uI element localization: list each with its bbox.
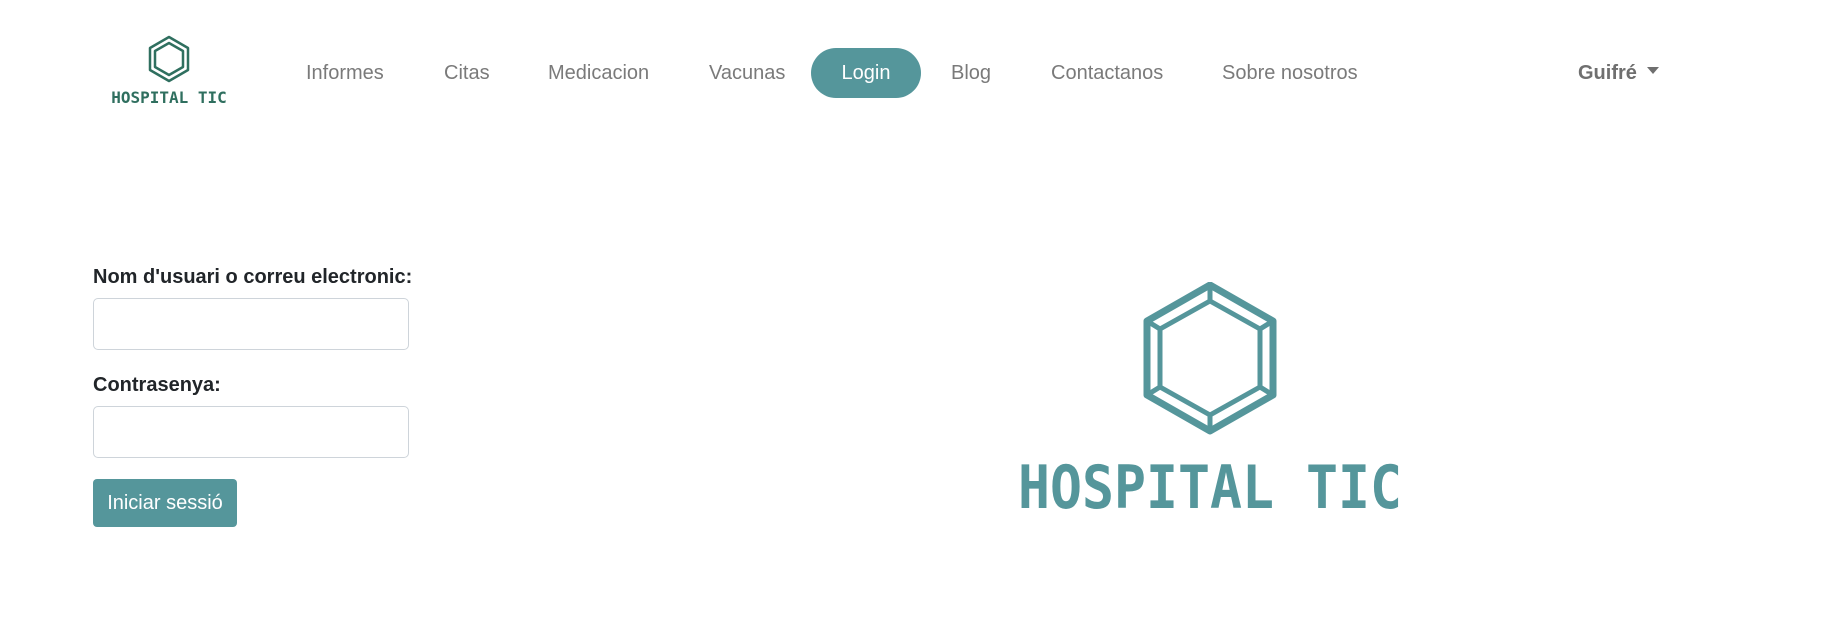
nav-item-blog[interactable]: Blog [951,48,991,98]
hospital-logo-icon: HOSPITAL TIC [111,35,227,107]
brand-logo-link[interactable]: HOSPITAL TIC [108,34,230,110]
brand-name: HOSPITAL TIC [111,88,227,107]
username-label: Nom d'usuari o correu electronic: [93,266,413,288]
hospital-hex-logo-icon: HOSPITAL TIC [1018,282,1402,514]
username-input[interactable] [93,298,409,350]
nav-item-vacunas[interactable]: Vacunas [709,48,785,98]
nav-item-informes[interactable]: Informes [306,48,384,98]
password-input[interactable] [93,406,409,458]
login-submit-button[interactable]: Iniciar sessió [93,479,237,527]
nav-item-contactanos[interactable]: Contactanos [1051,48,1163,98]
main-navbar: HOSPITAL TIC Informes Citas Medicacion V… [0,0,1838,150]
password-label: Contrasenya: [93,374,221,396]
user-name: Guifré [1578,62,1637,84]
nav-item-sobre-nosotros[interactable]: Sobre nosotros [1222,48,1358,98]
user-menu-dropdown[interactable]: Guifré [1578,48,1659,98]
hero-logo: HOSPITAL TIC [1010,282,1410,514]
nav-item-login[interactable]: Login [811,48,921,98]
nav-item-medicacion[interactable]: Medicacion [548,48,649,98]
chevron-down-icon [1646,67,1659,75]
hero-logo-text: HOSPITAL TIC [1018,453,1402,514]
nav-item-citas[interactable]: Citas [444,48,490,98]
